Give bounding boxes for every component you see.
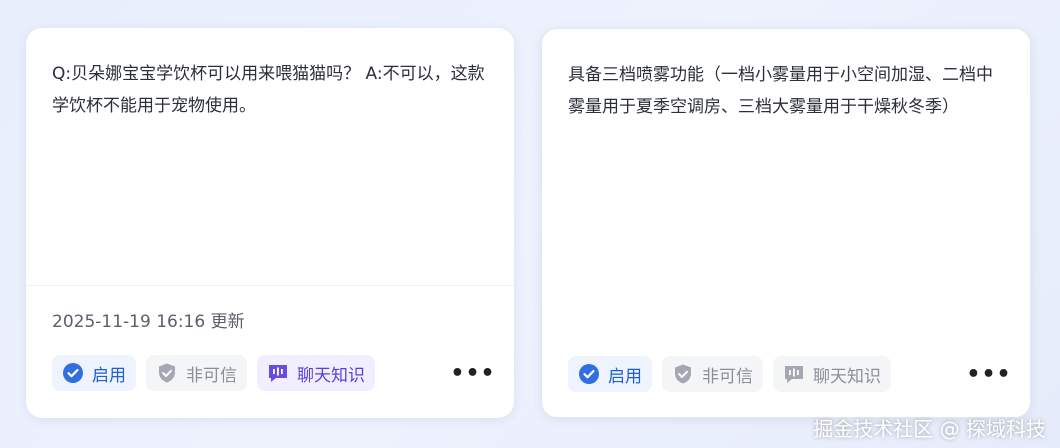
- chat-bubble-icon: [267, 362, 289, 384]
- knowledge-card: 具备三档喷雾功能（一档小雾量用于小空间加湿、二档中雾量用于夏季空调房、三档大雾量…: [541, 28, 1031, 418]
- untrusted-button[interactable]: 非可信: [146, 355, 247, 391]
- untrusted-button[interactable]: 非可信: [662, 356, 763, 392]
- chat-knowledge-label: 聊天知识: [813, 366, 881, 387]
- chat-knowledge-button[interactable]: 聊天知识: [773, 356, 891, 392]
- chat-bubble-icon: [783, 363, 805, 385]
- chat-knowledge-button[interactable]: 聊天知识: [257, 355, 375, 391]
- card-content: Q:贝朵娜宝宝学饮杯可以用来喂猫猫吗？ A:不可以，这款学饮杯不能用于宠物使用。: [52, 64, 485, 116]
- update-timestamp: 2025-11-19 16:16 更新: [52, 312, 245, 332]
- shield-check-icon: [156, 362, 178, 384]
- untrusted-label: 非可信: [702, 366, 753, 387]
- more-options-icon[interactable]: •••: [966, 359, 1010, 389]
- enable-label: 启用: [608, 366, 642, 387]
- chat-knowledge-label: 聊天知识: [297, 365, 365, 386]
- enable-button[interactable]: 启用: [52, 355, 136, 391]
- enable-label: 启用: [92, 365, 126, 386]
- watermark: 掘金技术社区 @ 探域科技: [813, 417, 1046, 441]
- shield-check-icon: [672, 363, 694, 385]
- untrusted-label: 非可信: [186, 365, 237, 386]
- check-circle-icon: [62, 362, 84, 384]
- enable-button[interactable]: 启用: [568, 356, 652, 392]
- knowledge-card: Q:贝朵娜宝宝学饮杯可以用来喂猫猫吗？ A:不可以，这款学饮杯不能用于宠物使用。…: [26, 28, 514, 418]
- more-options-icon[interactable]: •••: [450, 358, 494, 388]
- card-actions: 启用 非可信 聊天知识 •••: [52, 354, 495, 392]
- check-circle-icon: [578, 363, 600, 385]
- card-content: 具备三档喷雾功能（一档小雾量用于小空间加湿、二档中雾量用于夏季空调房、三档大雾量…: [568, 65, 993, 117]
- divider: [26, 285, 514, 286]
- card-actions: 启用 非可信 聊天知识 •••: [568, 355, 1011, 393]
